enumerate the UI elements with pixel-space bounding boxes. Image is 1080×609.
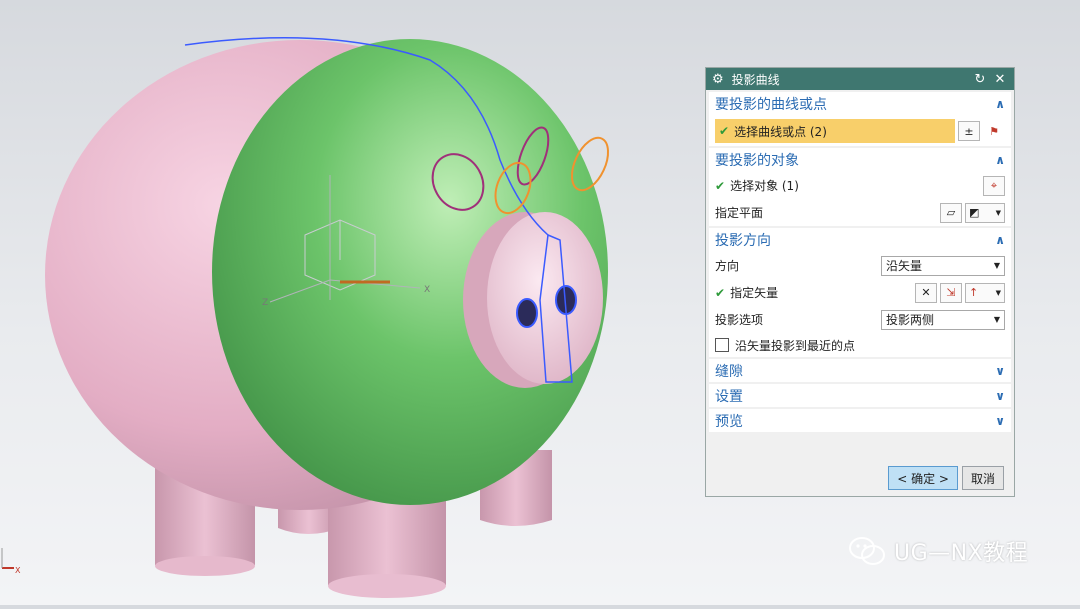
- watermark-text: UG—NX教程: [894, 541, 1029, 566]
- projection-option-row: 投影选项 投影两侧 ▼: [709, 306, 1011, 333]
- reverse-direction-icon[interactable]: ✕: [915, 282, 937, 303]
- section-curves-header[interactable]: 要投影的曲线或点 ∧: [709, 92, 1011, 116]
- corner-x-label: X: [15, 566, 21, 575]
- dropdown-arrow-icon: ▼: [995, 208, 1001, 217]
- plane-row: 指定平面 ▱ ◩ ▼: [709, 199, 1011, 226]
- axis-x-label: X: [424, 285, 430, 295]
- chevron-up-icon[interactable]: ∧: [995, 97, 1005, 111]
- reset-icon[interactable]: ↻: [972, 72, 988, 87]
- vector-dialog-icon[interactable]: ⇲: [940, 282, 962, 303]
- wechat-icon: [849, 537, 885, 565]
- chevron-up-icon[interactable]: ∧: [995, 153, 1005, 167]
- direction-label: 方向: [715, 259, 740, 273]
- watermark: UG—NX教程: [848, 535, 1028, 567]
- corner-triad: [1, 548, 14, 569]
- nearest-point-row: 沿矢量投影到最近的点: [709, 333, 1011, 357]
- ok-button[interactable]: < 确定 >: [888, 466, 958, 490]
- vector-type-dropdown[interactable]: ↑ ▼: [965, 282, 1005, 303]
- project-curve-dialog: ⚙ 投影曲线 ↻ ✕ 要投影的曲线或点 ∧ ✔ 选择曲线或点 (2) ± ⚑ 要…: [705, 67, 1015, 497]
- vector-label: 指定矢量: [730, 286, 779, 300]
- section-preview: 预览 ∨: [709, 409, 1011, 432]
- cancel-button[interactable]: 取消: [961, 466, 1004, 490]
- section-objects-header[interactable]: 要投影的对象 ∧: [709, 148, 1011, 172]
- section-objects-title: 要投影的对象: [715, 153, 799, 169]
- section-direction-header[interactable]: 投影方向 ∧: [709, 228, 1011, 252]
- section-preview-title: 预览: [715, 413, 743, 430]
- curves-selection-field[interactable]: ✔ 选择曲线或点 (2): [715, 119, 955, 143]
- check-icon: ✔: [719, 124, 730, 138]
- section-direction-title: 投影方向: [715, 233, 771, 249]
- check-icon: ✔: [715, 285, 726, 300]
- dialog-titlebar: ⚙ 投影曲线 ↻ ✕: [706, 68, 1014, 90]
- section-settings-title: 设置: [715, 388, 743, 405]
- plane-dialog-icon[interactable]: ▱: [940, 202, 962, 223]
- gear-icon[interactable]: ⚙: [712, 72, 724, 87]
- curve-rule-icon[interactable]: ⚑: [983, 121, 1005, 141]
- section-settings: 设置 ∨: [709, 384, 1011, 407]
- axis-z-label: Z: [262, 298, 268, 308]
- chevron-up-icon[interactable]: ∧: [995, 233, 1005, 247]
- add-curve-icon[interactable]: ±: [958, 121, 980, 141]
- crosshair-icon[interactable]: ⌖: [983, 175, 1005, 196]
- chevron-down-icon[interactable]: ∨: [995, 389, 1005, 403]
- section-objects: 要投影的对象 ∧ ✔ 选择对象 (1) ⌖ 指定平面 ▱ ◩ ▼: [709, 148, 1011, 226]
- dialog-title: 投影曲线: [731, 72, 780, 87]
- plane-type-dropdown[interactable]: ◩ ▼: [965, 202, 1005, 223]
- dropdown-arrow-icon: ▼: [993, 261, 1000, 270]
- section-curves: 要投影的曲线或点 ∧ ✔ 选择曲线或点 (2) ± ⚑: [709, 92, 1011, 146]
- direction-select[interactable]: 沿矢量 ▼: [881, 255, 1005, 276]
- close-icon[interactable]: ✕: [992, 72, 1008, 87]
- section-preview-header[interactable]: 预览 ∨: [709, 409, 1011, 432]
- section-gap: 缝隙 ∨: [709, 359, 1011, 382]
- section-curves-title: 要投影的曲线或点: [715, 97, 827, 113]
- chevron-down-icon[interactable]: ∨: [995, 364, 1005, 378]
- nearest-point-checkbox[interactable]: [715, 338, 729, 352]
- section-gap-title: 缝隙: [715, 363, 743, 380]
- plane-icon: ◩: [969, 206, 980, 219]
- vector-row: ✔ 指定矢量 ✕ ⇲ ↑ ▼: [709, 279, 1011, 306]
- dropdown-arrow-icon: ▼: [995, 288, 1001, 297]
- curves-select-row: ✔ 选择曲线或点 (2) ± ⚑: [709, 116, 1011, 146]
- projection-option-select[interactable]: 投影两侧 ▼: [881, 309, 1005, 330]
- pig-snout: [463, 212, 603, 388]
- objects-select-label: 选择对象 (1): [730, 179, 799, 193]
- vector-icon: ↑: [969, 286, 979, 299]
- curves-select-label: 选择曲线或点 (2): [734, 124, 827, 139]
- chevron-down-icon[interactable]: ∨: [995, 414, 1005, 428]
- nearest-point-label: 沿矢量投影到最近的点: [735, 338, 856, 353]
- dropdown-arrow-icon: ▼: [993, 315, 1000, 324]
- direction-value: 沿矢量: [886, 259, 923, 273]
- plane-label: 指定平面: [715, 206, 764, 220]
- projection-option-label: 投影选项: [715, 313, 764, 327]
- section-gap-header[interactable]: 缝隙 ∨: [709, 359, 1011, 382]
- direction-row: 方向 沿矢量 ▼: [709, 252, 1011, 279]
- check-icon: ✔: [715, 178, 726, 193]
- objects-select-row[interactable]: ✔ 选择对象 (1) ⌖: [709, 172, 1011, 199]
- section-settings-header[interactable]: 设置 ∨: [709, 384, 1011, 407]
- section-direction: 投影方向 ∧ 方向 沿矢量 ▼ ✔ 指定矢量 ✕ ⇲ ↑▼ 投影选项 投影两侧: [709, 228, 1011, 357]
- dialog-footer: < 确定 > 取消: [706, 460, 1014, 496]
- projection-option-value: 投影两侧: [886, 313, 935, 327]
